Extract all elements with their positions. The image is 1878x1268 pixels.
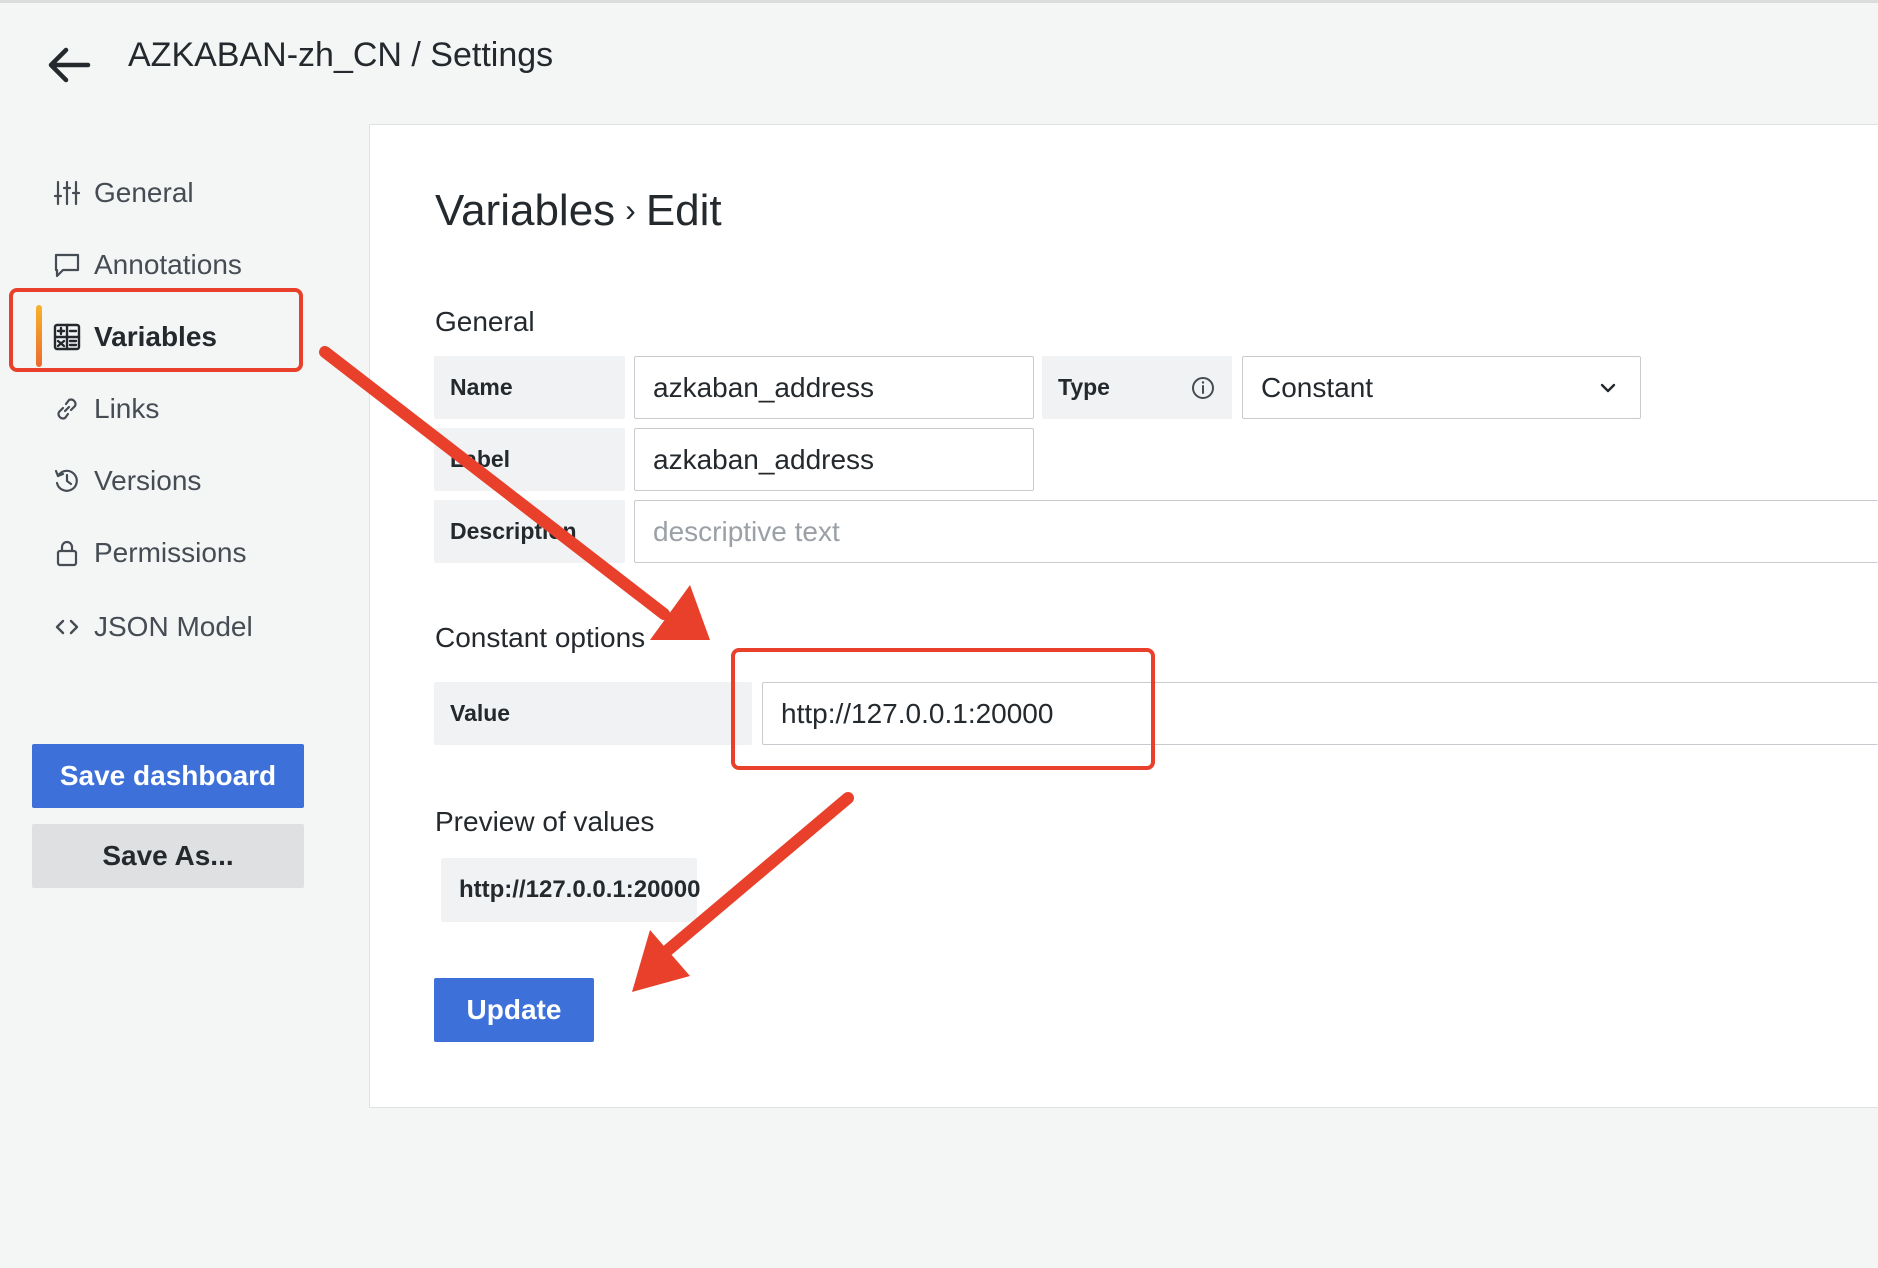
link-icon [52, 394, 82, 424]
sidebar-item-links[interactable]: Links [52, 384, 159, 434]
name-label: Name [434, 356, 625, 419]
sidebar-item-label: Variables [94, 321, 217, 352]
top-border [0, 0, 1878, 3]
back-button[interactable] [44, 40, 94, 90]
preview-title: Preview of values [435, 806, 655, 837]
sidebar-item-label: Versions [94, 465, 202, 496]
constant-options-title: Constant options [435, 622, 646, 653]
chevron-down-icon [1600, 383, 1616, 392]
sidebar-item-label: Permissions [94, 537, 247, 568]
info-icon[interactable] [1190, 375, 1216, 401]
save-dashboard-button[interactable]: Save dashboard [32, 744, 304, 808]
general-section-title: General [435, 306, 535, 337]
description-label: Description [434, 500, 625, 563]
type-select[interactable]: Constant [1242, 356, 1641, 419]
type-label: Type [1042, 356, 1232, 419]
label-label: Label [434, 428, 625, 491]
history-icon [52, 466, 82, 496]
heading-section: Variables [435, 186, 616, 235]
value-label: Value [434, 682, 752, 745]
sidebar-item-json-model[interactable]: JSON Model [52, 602, 253, 652]
sidebar-item-label: JSON Model [94, 611, 253, 642]
heading-page: Edit [645, 186, 722, 235]
preview-value-chip: http://127.0.0.1:20000 [441, 858, 700, 922]
sidebar-item-variables[interactable]: Variables [52, 312, 217, 362]
sidebar-item-permissions[interactable]: Permissions [52, 528, 246, 578]
calculator-icon [52, 322, 82, 352]
sidebar-item-label: Links [94, 393, 160, 424]
settings-panel [369, 124, 1878, 1108]
sidebar-item-general[interactable]: General [52, 168, 194, 218]
update-button[interactable]: Update [434, 978, 594, 1042]
type-select-value: Constant [1261, 371, 1374, 403]
description-input[interactable]: descriptive text [634, 500, 1878, 563]
page-heading: Variables › Edit [435, 186, 722, 236]
lock-icon [52, 538, 82, 568]
sidebar-item-annotations[interactable]: Annotations [52, 240, 242, 290]
sidebar-item-label: General [94, 177, 194, 208]
sidebar-item-versions[interactable]: Versions [52, 456, 201, 506]
code-icon [52, 612, 82, 642]
sidebar-item-label: Annotations [94, 249, 242, 280]
comment-icon [52, 250, 82, 280]
value-input[interactable]: http://127.0.0.1:20000 [762, 682, 1878, 745]
page-title: AZKABAN-zh_CN / Settings [128, 36, 554, 74]
save-as-button[interactable]: Save As... [32, 824, 304, 888]
sliders-icon [52, 178, 82, 208]
active-indicator [36, 305, 42, 367]
label-input[interactable]: azkaban_address [634, 428, 1034, 491]
arrow-left-icon [48, 47, 91, 83]
heading-separator: › [625, 192, 636, 228]
name-input[interactable]: azkaban_address [634, 356, 1034, 419]
type-label-text: Type [1058, 374, 1110, 400]
